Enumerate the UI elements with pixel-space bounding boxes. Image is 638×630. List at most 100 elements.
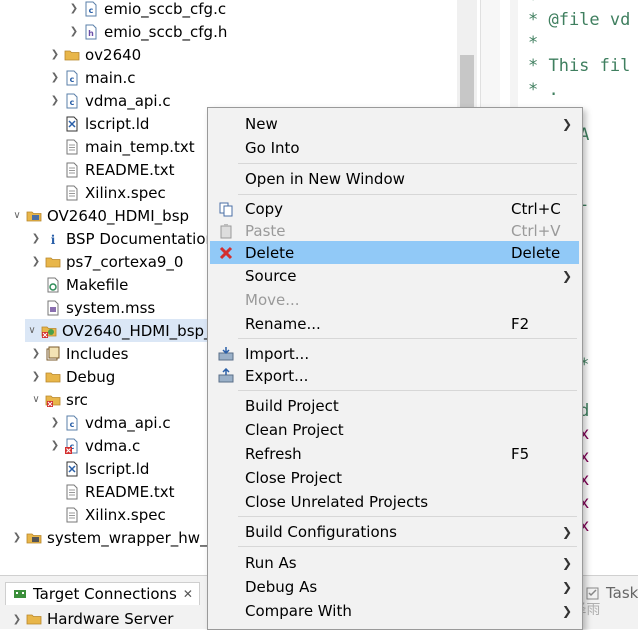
tree-item-xilinx-spec[interactable]: Xilinx.spec	[48, 503, 166, 526]
chevron-right-icon[interactable]: ❯	[29, 370, 43, 384]
tree-item-emio-sccb-cfg-c[interactable]: ❯ c emio_sccb_cfg.c	[67, 0, 226, 20]
tree-item-readme-txt[interactable]: README.txt	[48, 480, 175, 503]
menu-item-compare-with[interactable]: Compare With ❯	[210, 599, 579, 622]
tree-item-label: src	[66, 390, 88, 409]
menu-item-refresh[interactable]: Refresh F5	[210, 442, 579, 465]
submenu-arrow-icon: ❯	[562, 579, 573, 594]
menu-item-run-as[interactable]: Run As ❯	[210, 551, 579, 574]
tree-item-ov2640-hdmi-bsp[interactable]: ∨ OV2640_HDMI_bsp	[10, 204, 189, 227]
tree-item-vdma-api-c[interactable]: ❯ c vdma_api.c	[48, 89, 171, 112]
scrollbar-thumb[interactable]	[460, 55, 474, 115]
tree-item-vdma-api-c[interactable]: ❯ c vdma_api.c	[48, 411, 171, 434]
tree-item-vdma-c[interactable]: ❯ c vdma.c	[48, 434, 140, 457]
tree-item-readme-txt[interactable]: README.txt	[48, 158, 175, 181]
tree-item-label: emio_sccb_cfg.h	[104, 22, 228, 41]
menu-item-delete[interactable]: Delete Delete	[210, 241, 579, 264]
tree-item-lscript-ld[interactable]: lscript.ld	[48, 457, 149, 480]
chevron-right-icon[interactable]: ❯	[48, 439, 62, 453]
menu-item-import[interactable]: Import...	[210, 342, 579, 365]
tree-item-label: main.c	[85, 68, 136, 87]
tree-item-debug[interactable]: ❯ Debug	[29, 365, 116, 388]
menu-item-clean-project[interactable]: Clean Project	[210, 418, 579, 441]
menu-item-shortcut: F2	[511, 314, 530, 333]
c-file-icon: c	[64, 93, 80, 109]
tree-item-system-mss[interactable]: system.mss	[29, 296, 155, 319]
tree-item-label: lscript.ld	[85, 459, 150, 478]
chevron-right-icon[interactable]: ❯	[29, 347, 43, 361]
tree-item-label: BSP Documentation	[66, 229, 215, 248]
chevron-right-icon[interactable]: ❯	[48, 71, 62, 85]
menu-item-shortcut: Ctrl+C	[511, 199, 561, 218]
menu-item-label: Build Project	[245, 396, 339, 415]
tree-item-main-c[interactable]: ❯ c main.c	[48, 66, 136, 89]
tree-item-label: README.txt	[85, 160, 175, 179]
text-file-icon	[64, 484, 80, 500]
chevron-right-icon[interactable]: ❯	[10, 531, 24, 545]
tree-item-label: ov2640	[85, 45, 142, 64]
menu-item-label: Rename...	[245, 314, 321, 333]
code-line: * .	[528, 80, 559, 100]
tree-item-lscript-ld[interactable]: lscript.ld	[48, 112, 149, 135]
chevron-right-icon[interactable]: ❯	[48, 94, 62, 108]
menu-item-new[interactable]: New ❯	[210, 112, 579, 135]
tree-item-label: Xilinx.spec	[85, 505, 166, 524]
c-file-error-icon: c	[64, 438, 80, 454]
text-file-icon	[64, 162, 80, 178]
folder-icon	[26, 611, 42, 627]
close-icon[interactable]: ✕	[183, 587, 193, 601]
chevron-right-icon[interactable]: ❯	[48, 416, 62, 430]
chevron-down-icon[interactable]: ∨	[25, 324, 39, 338]
tree-item-label: vdma_api.c	[85, 413, 171, 432]
chevron-down-icon[interactable]: ∨	[10, 209, 24, 223]
tree-item-label: vdma.c	[85, 436, 141, 455]
code-line: *	[528, 0, 539, 10]
menu-item-label: New	[245, 114, 278, 133]
mss-file-icon	[45, 300, 61, 316]
menu-item-label: Delete	[245, 243, 295, 262]
tree-item-label: ps7_cortexa9_0	[66, 252, 184, 271]
menu-item-build-project[interactable]: Build Project	[210, 394, 579, 417]
tree-item-ps7-cortexa9-0[interactable]: ❯ ps7_cortexa9_0	[29, 250, 184, 273]
tree-item-xilinx-spec[interactable]: Xilinx.spec	[48, 181, 166, 204]
menu-item-copy[interactable]: Copy Ctrl+C	[210, 197, 579, 220]
folder-icon	[64, 47, 80, 63]
menu-item-close-unrelated-projects[interactable]: Close Unrelated Projects	[210, 490, 579, 513]
expander-icon[interactable]: ❯	[10, 612, 24, 626]
menu-item-open-in-new-window[interactable]: Open in New Window	[210, 167, 579, 190]
menu-item-export[interactable]: Export...	[210, 364, 579, 387]
menu-item-close-project[interactable]: Close Project	[210, 466, 579, 489]
tree-item-bsp-documentation[interactable]: ❯ i BSP Documentation	[29, 227, 215, 250]
tree-item-label: Debug	[66, 367, 116, 386]
svg-text:c: c	[89, 6, 94, 15]
chevron-right-icon[interactable]: ❯	[29, 232, 43, 246]
tree-item-emio-sccb-cfg-h[interactable]: ❯ h emio_sccb_cfg.h	[67, 20, 228, 43]
tree-item-system-wrapper-hw-p[interactable]: ❯ system_wrapper_hw_p	[10, 526, 217, 549]
tree-item-ov2640[interactable]: ❯ ov2640	[48, 43, 141, 66]
tab-target-connections[interactable]: Target Connections ✕	[5, 582, 200, 605]
menu-item-debug-as[interactable]: Debug As ❯	[210, 575, 579, 598]
menu-item-go-into[interactable]: Go Into	[210, 136, 579, 159]
tree-item-label: main_temp.txt	[85, 137, 195, 156]
chevron-right-icon[interactable]: ❯	[48, 48, 62, 62]
target-connections-icon	[12, 586, 28, 602]
menu-item-shortcut: F5	[511, 444, 530, 463]
submenu-arrow-icon: ❯	[562, 603, 573, 618]
chevron-right-icon[interactable]: ❯	[67, 2, 81, 16]
menu-item-source[interactable]: Source ❯	[210, 264, 579, 287]
chevron-right-icon[interactable]: ❯	[29, 255, 43, 269]
tree-item-hardware-server[interactable]: ❯ Hardware Server	[10, 608, 174, 630]
svg-text:c: c	[70, 75, 75, 84]
chevron-right-icon[interactable]: ❯	[67, 25, 81, 39]
tree-item-label: system_wrapper_hw_p	[47, 528, 218, 547]
chevron-down-icon[interactable]: ∨	[29, 393, 43, 407]
code-line: * @file vd	[528, 10, 631, 30]
menu-item-build-configurations[interactable]: Build Configurations ❯	[210, 520, 579, 543]
tree-item-makefile[interactable]: Makefile	[29, 273, 128, 296]
tree-item-src[interactable]: ∨ src	[29, 388, 88, 411]
menu-item-rename[interactable]: Rename... F2	[210, 312, 579, 335]
tree-item-main-temp-txt[interactable]: main_temp.txt	[48, 135, 195, 158]
src-folder-icon	[45, 392, 61, 408]
tree-item-includes[interactable]: ❯ Includes	[29, 342, 129, 365]
